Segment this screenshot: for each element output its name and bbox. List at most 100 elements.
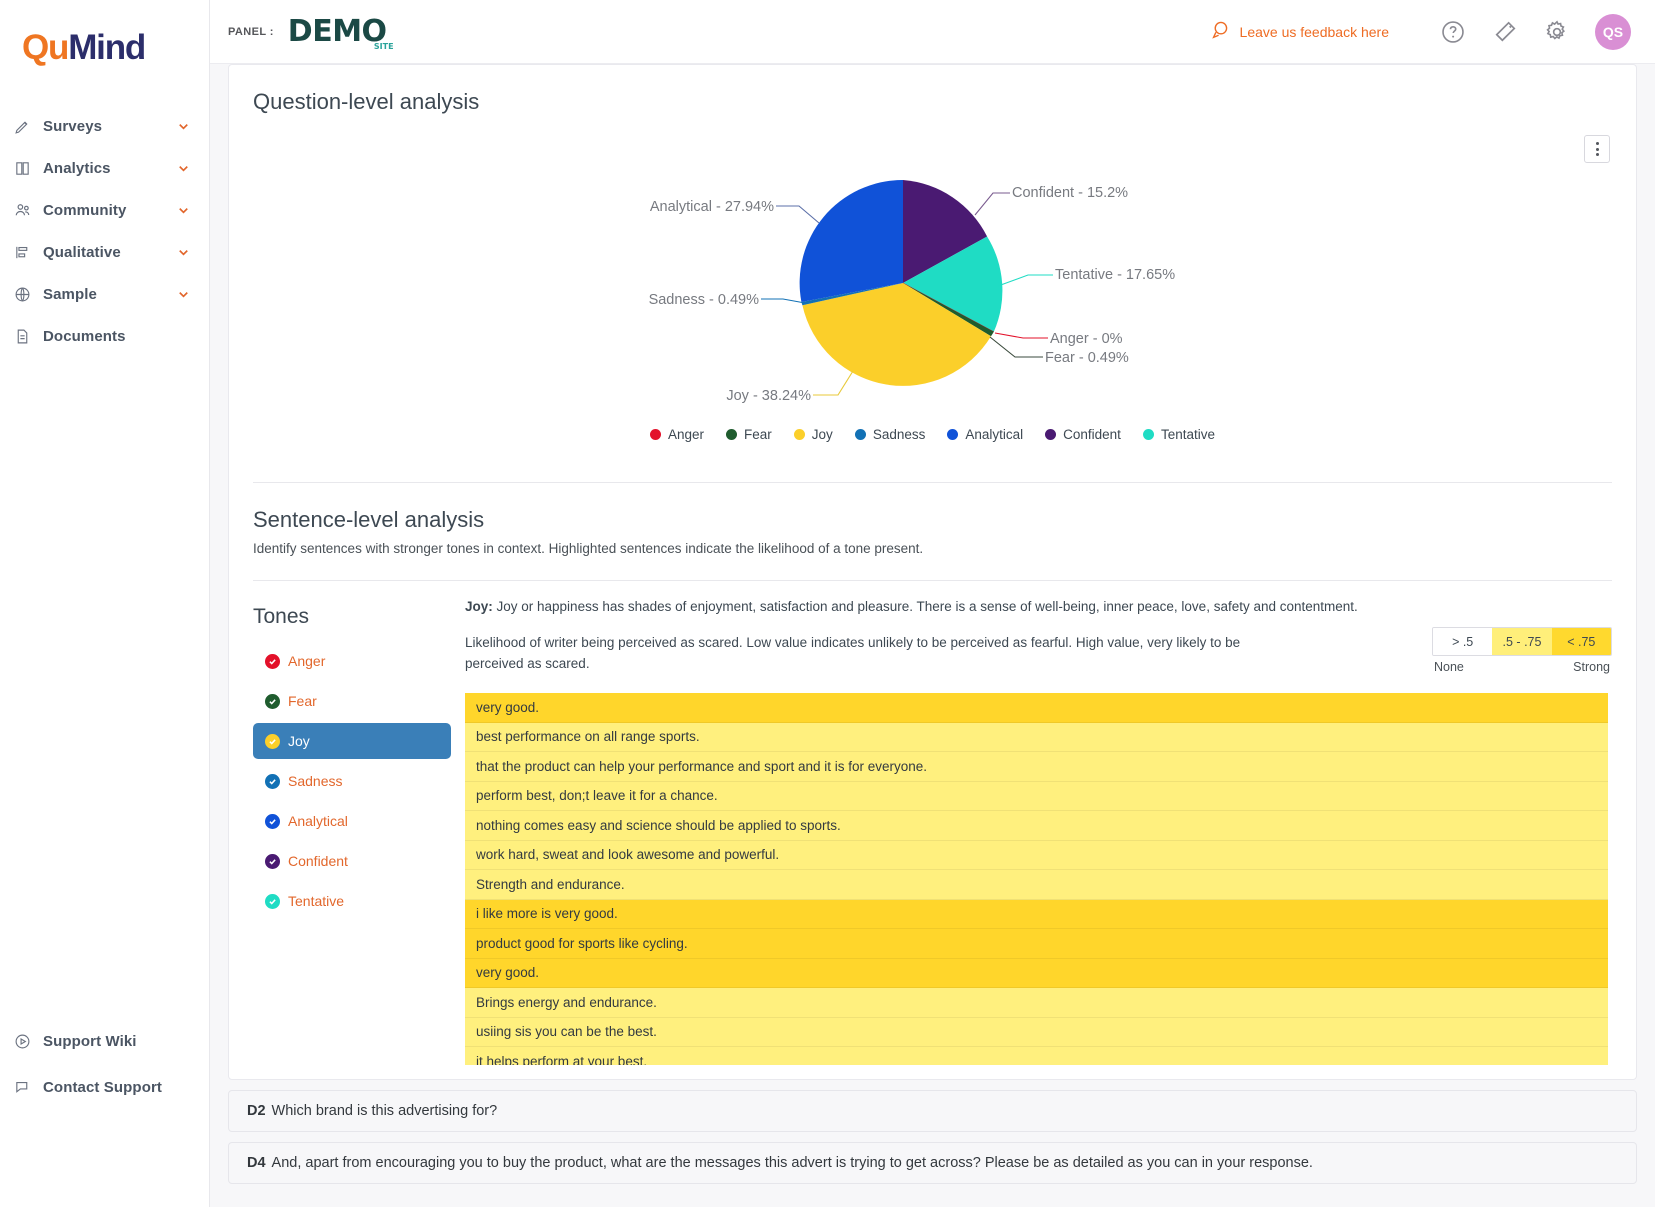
check-badge-icon [265, 653, 280, 669]
list-item[interactable]: very good. [465, 693, 1608, 723]
scale-bucket-strong[interactable]: < .75 [1551, 628, 1611, 655]
sidebar-item-label: Documents [43, 327, 126, 345]
chevron-down-icon[interactable] [176, 287, 191, 302]
sidebar-item-label: Contact Support [43, 1078, 162, 1096]
sidebar-item-surveys[interactable]: Surveys [0, 110, 209, 142]
tone-item-analytical[interactable]: Analytical [253, 803, 451, 839]
sidebar-item-community[interactable]: Community [0, 194, 209, 226]
tone-label: Sadness [288, 773, 343, 789]
tone-label: Anger [288, 653, 326, 669]
legend-swatch [726, 429, 738, 440]
legend-item-analytical[interactable]: Analytical [947, 427, 1023, 442]
topbar: PANEL : DEMO SITE Leave us feedback here [210, 0, 1655, 64]
list-item[interactable]: Brings energy and endurance. [465, 988, 1608, 1018]
tone-item-fear[interactable]: Fear [253, 683, 451, 719]
list-item[interactable]: i like more is very good. [465, 899, 1608, 930]
feedback-link[interactable]: Leave us feedback here [1209, 19, 1389, 44]
scale-bucket-none[interactable]: > .5 [1433, 628, 1493, 655]
list-item[interactable]: it helps perform at your best. [465, 1047, 1608, 1066]
sentence-list[interactable]: very good. best performance on all range… [465, 693, 1612, 1066]
tone-item-sadness[interactable]: Sadness [253, 763, 451, 799]
sidebar-item-support-wiki[interactable]: Support Wiki [0, 1025, 209, 1057]
pie-label-fear: Fear - 0.49% [1045, 350, 1129, 366]
question-row-d4[interactable]: D4 And, apart from encouraging you to bu… [228, 1142, 1637, 1185]
tone-item-confident[interactable]: Confident [253, 843, 451, 879]
sidebar-item-documents[interactable]: Documents [0, 320, 209, 352]
list-item[interactable]: very good. [465, 958, 1608, 989]
tone-label: Confident [288, 853, 348, 869]
chevron-down-icon[interactable] [176, 161, 191, 176]
tone-label: Analytical [288, 813, 348, 829]
legend-item-tentative[interactable]: Tentative [1142, 427, 1215, 442]
analysis-card: Question-level analysis Confident - 15.2… [228, 64, 1637, 1081]
sentence-level-subtitle: Identify sentences with stronger tones i… [253, 541, 924, 556]
tone-description-name: Joy: [465, 599, 493, 614]
question-text: And, apart from encouraging you to buy t… [271, 1155, 1313, 1172]
chevron-down-icon[interactable] [176, 245, 191, 260]
feedback-chat-icon [1209, 19, 1231, 44]
list-item[interactable]: product good for sports like cycling. [465, 929, 1608, 959]
chevron-down-icon[interactable] [176, 119, 191, 134]
pie-legend: Anger Fear Joy Sadness Analytical Confid… [253, 423, 1612, 464]
legend-label: Confident [1063, 427, 1121, 442]
legend-swatch [793, 429, 805, 440]
demo-logo-sub: SITE [373, 41, 394, 51]
legend-item-anger[interactable]: Anger [650, 427, 704, 442]
legend-label: Joy [811, 427, 833, 442]
tone-item-anger[interactable]: Anger [253, 643, 451, 679]
pencil-icon [14, 117, 36, 135]
demo-logo-text: DEMO [287, 13, 387, 49]
brand-logo-qu: Qu [22, 28, 69, 67]
legend-label: Tentative [1160, 427, 1215, 442]
sidebar-item-qualitative[interactable]: Qualitative [0, 236, 209, 268]
list-item[interactable]: perform best, don;t leave it for a chanc… [465, 781, 1608, 812]
help-icon[interactable] [1437, 16, 1469, 48]
tone-item-joy[interactable]: Joy [253, 723, 451, 759]
legend-item-sadness[interactable]: Sadness [854, 427, 925, 442]
brand-logo[interactable]: QuMind [0, 0, 209, 92]
scale-bucket-medium[interactable]: .5 - .75 [1492, 628, 1552, 655]
check-badge-icon [265, 853, 280, 869]
pie-slice-analytical[interactable] [799, 179, 903, 302]
list-item[interactable]: that the product can help your performan… [465, 752, 1608, 782]
question-text: Which brand is this advertising for? [271, 1103, 498, 1120]
tone-item-tentative[interactable]: Tentative [253, 883, 451, 919]
chevron-down-icon[interactable] [176, 203, 191, 218]
chat-icon [14, 1078, 36, 1096]
list-item[interactable]: best performance on all range sports. [465, 722, 1608, 753]
gear-icon[interactable] [1541, 16, 1573, 48]
check-badge-icon [265, 733, 280, 749]
sidebar-item-contact-support[interactable]: Contact Support [0, 1071, 209, 1103]
legend-swatch [650, 429, 661, 440]
check-badge-icon [265, 893, 280, 909]
question-row-d2[interactable]: D2 Which brand is this advertising for? [228, 1090, 1637, 1133]
pie-label-anger: Anger - 0% [1050, 331, 1123, 347]
tone-description-text: Joy or happiness has shades of enjoyment… [492, 599, 1358, 614]
pie-label-confident: Confident - 15.2% [1012, 185, 1128, 201]
list-item[interactable]: work hard, sweat and look awesome and po… [465, 840, 1608, 871]
sidebar-item-analytics[interactable]: Analytics [0, 152, 209, 184]
ticket-icon[interactable] [1489, 16, 1521, 48]
kebab-menu-icon[interactable] [1584, 135, 1610, 163]
avatar[interactable]: QS [1595, 13, 1631, 50]
list-item[interactable]: usiing sis you can be the best. [465, 1017, 1608, 1048]
tone-label: Joy [288, 733, 310, 749]
sidebar-item-label: Sample [43, 285, 97, 303]
brand-logo-mind: Mind [68, 28, 146, 67]
list-item[interactable]: Strength and endurance. [465, 870, 1608, 900]
document-icon [14, 327, 36, 345]
pie-label-joy: Joy - 38.24% [726, 388, 811, 404]
list-item[interactable]: nothing comes easy and science should be… [465, 811, 1608, 841]
sidebar-item-label: Community [43, 201, 127, 219]
scale-buckets: > .5 .5 - .75 < .75 [1432, 627, 1612, 656]
legend-item-fear[interactable]: Fear [726, 427, 772, 442]
check-badge-icon [265, 693, 280, 709]
app-root: QuMind Surveys Analytics Community Quali… [0, 0, 1655, 1207]
sidebar-item-sample[interactable]: Sample [0, 278, 209, 310]
legend-item-joy[interactable]: Joy [793, 427, 833, 442]
scale-label-none: None [1434, 660, 1464, 674]
content-scroll: Question-level analysis Confident - 15.2… [210, 64, 1655, 1207]
legend-item-confident[interactable]: Confident [1045, 427, 1121, 442]
book-icon [14, 159, 36, 177]
sidebar-item-label: Support Wiki [43, 1032, 137, 1050]
